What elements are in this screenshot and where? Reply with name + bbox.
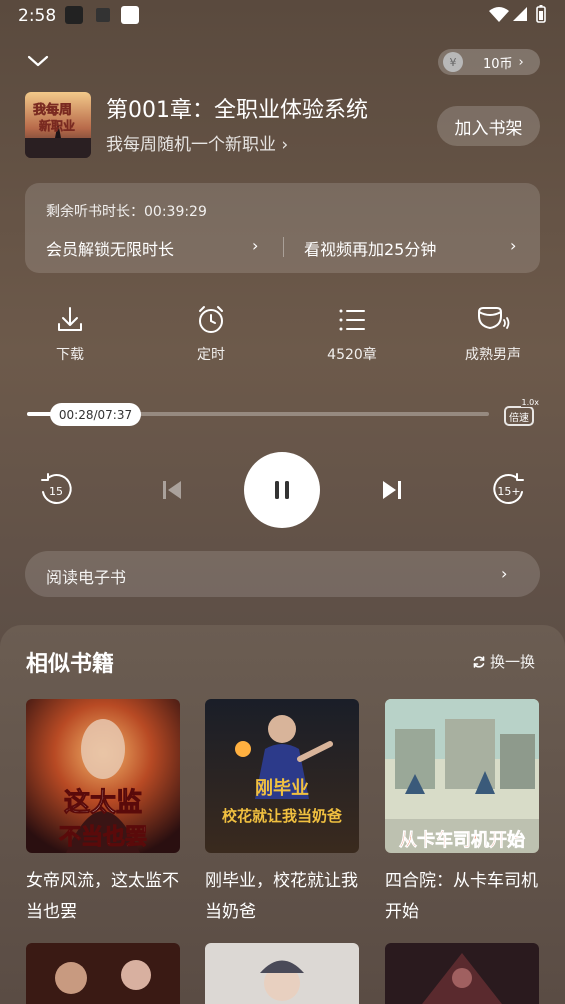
coin-icon: ¥	[443, 52, 463, 72]
timer-button[interactable]: 定时	[171, 304, 251, 364]
svg-text:不当也罢: 不当也罢	[59, 824, 147, 850]
similar-book-cover[interactable]	[26, 943, 180, 1004]
pause-button[interactable]	[244, 452, 320, 528]
divider	[283, 237, 284, 257]
watch-video-link[interactable]: 看视频再加25分钟	[304, 236, 436, 260]
progress-thumb-time[interactable]: 00:28/07:37	[50, 403, 141, 426]
download-button[interactable]: 下载	[30, 304, 110, 364]
svg-text:新职业: 新职业	[39, 118, 75, 133]
speed-value: 1.0x	[520, 398, 540, 407]
svg-text:我每周: 我每周	[33, 102, 72, 118]
chevron-right-icon: ›	[518, 54, 524, 70]
app-icon	[96, 8, 110, 22]
chapter-title: 第001章：全职业体验系统	[106, 98, 368, 123]
vip-unlock-link[interactable]: 会员解锁无限时长	[46, 236, 174, 260]
chapter-list-button[interactable]: 4520章	[312, 304, 392, 364]
download-icon	[58, 307, 82, 331]
book-title-link[interactable]: 我每周随机一个新职业 ›	[106, 130, 288, 155]
chevron-right-icon[interactable]: ›	[510, 236, 516, 255]
remaining-listen-time: 剩余听书时长：00:39:29	[46, 204, 207, 220]
chapter-count-label: 4520章	[327, 347, 377, 363]
read-ebook-label[interactable]: 阅读电子书	[46, 564, 126, 588]
svg-text:刚毕业: 刚毕业	[255, 778, 309, 799]
similar-book-cover[interactable]	[385, 943, 539, 1004]
signal-icon	[513, 7, 527, 21]
chevron-right-icon[interactable]: ›	[252, 236, 258, 255]
similar-book-cover[interactable]: 这太监 不当也罢	[26, 699, 180, 853]
battery-icon	[536, 5, 546, 23]
coin-balance-button[interactable]: ¥ 10币 ›	[438, 49, 540, 75]
screenshot-icon	[121, 6, 139, 24]
refresh-label: 换一换	[490, 653, 536, 671]
pause-icon	[275, 481, 289, 499]
voice-select-button[interactable]: 成熟男声	[453, 304, 533, 364]
chevron-right-icon[interactable]: ›	[501, 564, 507, 583]
status-bar: 2:58	[0, 0, 565, 32]
collapse-chevron-icon[interactable]	[26, 52, 50, 70]
next-chapter-icon[interactable]	[380, 478, 404, 502]
svg-text:从卡车司机开始: 从卡车司机开始	[399, 829, 525, 851]
status-time: 2:58	[18, 6, 57, 26]
forward-15-icon[interactable]: 15+	[491, 472, 527, 508]
rewind-label: 15	[49, 485, 63, 498]
alarm-clock-icon	[199, 306, 223, 333]
chapter-list-icon	[339, 309, 365, 331]
book-cover[interactable]: 我每周 新职业	[25, 92, 91, 158]
similar-book-title[interactable]: 四合院：从卡车司机开始	[385, 866, 540, 928]
download-label: 下载	[56, 347, 84, 363]
svg-text:这太监: 这太监	[64, 787, 142, 818]
svg-text:校花就让我当奶爸: 校花就让我当奶爸	[222, 807, 342, 825]
add-to-shelf-button[interactable]: 加入书架	[437, 106, 540, 146]
similar-book-title[interactable]: 女帝风流，这太监不当也罢	[26, 866, 181, 928]
wifi-icon	[489, 7, 509, 22]
voice-label: 成熟男声	[465, 347, 521, 363]
section-title: 相似书籍	[26, 652, 115, 677]
forward-label: 15+	[497, 485, 520, 498]
similar-book-cover[interactable]	[205, 943, 359, 1004]
playback-speed-button[interactable]: 倍速 1.0x	[504, 398, 540, 426]
previous-chapter-icon[interactable]	[160, 478, 184, 502]
refresh-button[interactable]: 换一换	[472, 651, 535, 672]
speed-label: 倍速	[504, 406, 534, 426]
coin-balance: 10币	[483, 56, 513, 72]
similar-book-title[interactable]: 刚毕业，校花就让我当奶爸	[205, 866, 360, 928]
similar-book-cover[interactable]: 从卡车司机开始	[385, 699, 539, 853]
similar-book-cover[interactable]: 刚毕业 校花就让我当奶爸	[205, 699, 359, 853]
voice-icon	[478, 307, 510, 330]
refresh-icon	[473, 655, 485, 668]
rewind-15-icon[interactable]: 15	[38, 472, 74, 508]
notification-icon	[65, 6, 83, 24]
timer-label: 定时	[197, 347, 225, 363]
